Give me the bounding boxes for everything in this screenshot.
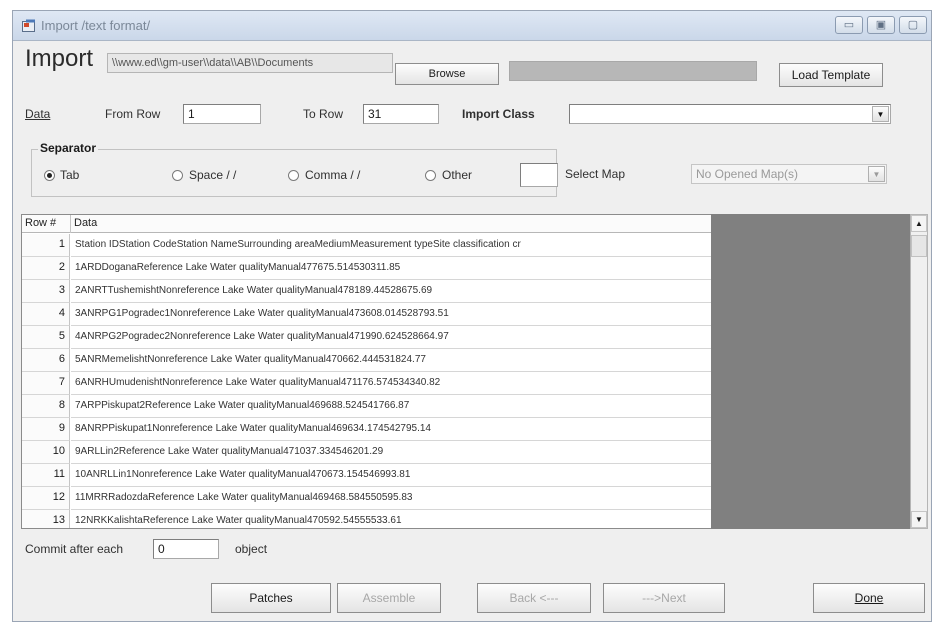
import-window: Import /text format/ ▭ ▣ ▢ Import \\www.… — [12, 10, 932, 622]
other-separator-input[interactable] — [520, 163, 558, 187]
row-data-cell[interactable]: Station IDStation CodeStation NameSurrou… — [71, 234, 712, 257]
table-row[interactable]: 2 1ARDDoganaReference Lake Water qualityM… — [22, 257, 712, 280]
table-row[interactable]: 1 Station IDStation CodeStation NameSurro… — [22, 234, 712, 257]
from-row-input[interactable]: 1 — [183, 104, 261, 124]
from-row-label: From Row — [105, 107, 161, 121]
space-radio-label: Space / / — [189, 168, 237, 182]
back-button[interactable]: Back <--- — [477, 583, 591, 613]
row-number-cell: 2 — [22, 257, 70, 280]
tab-radio[interactable] — [44, 170, 55, 181]
row-number-cell: 11 — [22, 464, 70, 487]
close-button[interactable]: ▢ — [899, 16, 927, 34]
grid-empty-area — [711, 214, 910, 529]
load-template-button[interactable]: Load Template — [779, 63, 883, 87]
table-row[interactable]: 5 4ANRPG2Pogradec2Nonreference Lake Water… — [22, 326, 712, 349]
table-row[interactable]: 8 7ARPPiskupat2Reference Lake Water quali… — [22, 395, 712, 418]
data-label: Data — [25, 107, 51, 121]
assemble-button[interactable]: Assemble — [337, 583, 441, 613]
table-row[interactable]: 13 12NRKKalishtaReference Lake Water qual… — [22, 510, 712, 528]
table-row[interactable]: 12 11MRRRadozdaReference Lake Water quali… — [22, 487, 712, 510]
column-header-row-number[interactable]: Row # — [22, 215, 71, 233]
maximize-button[interactable]: ▣ — [867, 16, 895, 34]
row-data-cell[interactable]: 4ANRPG2Pogradec2Nonreference Lake Water … — [71, 326, 712, 349]
window-title: Import /text format/ — [41, 18, 151, 33]
chevron-down-icon[interactable]: ▼ — [868, 166, 885, 182]
vertical-scrollbar[interactable]: ▲ ▼ — [910, 214, 928, 529]
chevron-down-icon[interactable]: ▼ — [872, 106, 889, 122]
select-map-combo[interactable]: No Opened Map(s) ▼ — [691, 164, 887, 184]
patches-button[interactable]: Patches — [211, 583, 331, 613]
table-row[interactable]: 11 10ANRLLin1Nonreference Lake Water qual… — [22, 464, 712, 487]
table-row[interactable]: 9 8ANRPPiskupat1Nonreference Lake Water q… — [22, 418, 712, 441]
commit-count-input[interactable]: 0 — [153, 539, 219, 559]
row-data-cell[interactable]: 12NRKKalishtaReference Lake Water qualit… — [71, 510, 712, 528]
minimize-button[interactable]: ▭ — [835, 16, 863, 34]
browse-button[interactable]: Browse — [395, 63, 499, 85]
row-data-cell[interactable]: 9ARLLin2Reference Lake Water qualityManu… — [71, 441, 712, 464]
import-label: Import — [25, 45, 94, 72]
comma-radio[interactable] — [288, 170, 299, 181]
row-number-cell: 3 — [22, 280, 70, 303]
row-data-cell[interactable]: 7ARPPiskupat2Reference Lake Water qualit… — [71, 395, 712, 418]
title-bar: Import /text format/ ▭ ▣ ▢ — [13, 11, 931, 41]
separator-group: Separator Tab Space / / Comma / / Other — [31, 141, 558, 197]
row-data-cell[interactable]: 8ANRPPiskupat1Nonreference Lake Water qu… — [71, 418, 712, 441]
row-data-cell[interactable]: 3ANRPG1Pogradec1Nonreference Lake Water … — [71, 303, 712, 326]
file-path-field[interactable]: \\www.ed\\gm-user\\data\\AB\\Documents — [107, 53, 393, 73]
to-row-label: To Row — [303, 107, 344, 121]
table-row[interactable]: 4 3ANRPG1Pogradec1Nonreference Lake Water… — [22, 303, 712, 326]
table-row[interactable]: 3 2ANRTTushemishtNonreference Lake Water … — [22, 280, 712, 303]
to-row-input[interactable]: 31 — [363, 104, 439, 124]
table-row[interactable]: 6 5ANRMemelishtNonreference Lake Water qu… — [22, 349, 712, 372]
import-class-select[interactable]: ▼ — [569, 104, 891, 124]
select-map-label: Select Map — [565, 167, 626, 181]
row-number-cell: 9 — [22, 418, 70, 441]
comma-radio-label: Comma / / — [305, 168, 361, 182]
row-number-cell: 12 — [22, 487, 70, 510]
space-radio[interactable] — [172, 170, 183, 181]
row-data-cell[interactable]: 11MRRRadozdaReference Lake Water quality… — [71, 487, 712, 510]
other-radio-label: Other — [442, 168, 473, 182]
row-number-cell: 1 — [22, 234, 70, 257]
row-number-cell: 4 — [22, 303, 70, 326]
row-data-cell[interactable]: 5ANRMemelishtNonreference Lake Water qua… — [71, 349, 712, 372]
column-header-data[interactable]: Data — [71, 215, 712, 233]
table-row[interactable]: 10 9ARLLin2Reference Lake Water qualityMa… — [22, 441, 712, 464]
done-button[interactable]: Done — [813, 583, 925, 613]
row-number-cell: 7 — [22, 372, 70, 395]
row-number-cell: 6 — [22, 349, 70, 372]
row-data-cell[interactable]: 10ANRLLin1Nonreference Lake Water qualit… — [71, 464, 712, 487]
row-data-cell[interactable]: 6ANRHUmudenishtNonreference Lake Water q… — [71, 372, 712, 395]
tab-radio-label: Tab — [60, 168, 80, 182]
row-number-cell: 13 — [22, 510, 70, 528]
row-data-cell[interactable]: 2ANRTTushemishtNonreference Lake Water q… — [71, 280, 712, 303]
scroll-thumb[interactable] — [911, 235, 927, 257]
other-radio[interactable] — [425, 170, 436, 181]
import-progress-bar — [509, 61, 757, 81]
select-map-value: No Opened Map(s) — [696, 167, 799, 181]
row-number-cell: 8 — [22, 395, 70, 418]
scroll-up-icon[interactable]: ▲ — [911, 215, 927, 232]
table-row[interactable]: 7 6ANRHUmudenishtNonreference Lake Water … — [22, 372, 712, 395]
commit-label: Commit after each — [25, 542, 124, 556]
app-icon — [22, 19, 35, 32]
separator-title: Separator — [38, 141, 99, 155]
row-data-cell[interactable]: 1ARDDoganaReference Lake Water qualityMa… — [71, 257, 712, 280]
row-number-cell: 10 — [22, 441, 70, 464]
object-label: object — [235, 542, 268, 556]
next-button[interactable]: --->Next — [603, 583, 725, 613]
row-number-cell: 5 — [22, 326, 70, 349]
import-class-label: Import Class — [462, 107, 535, 121]
scroll-down-icon[interactable]: ▼ — [911, 511, 927, 528]
